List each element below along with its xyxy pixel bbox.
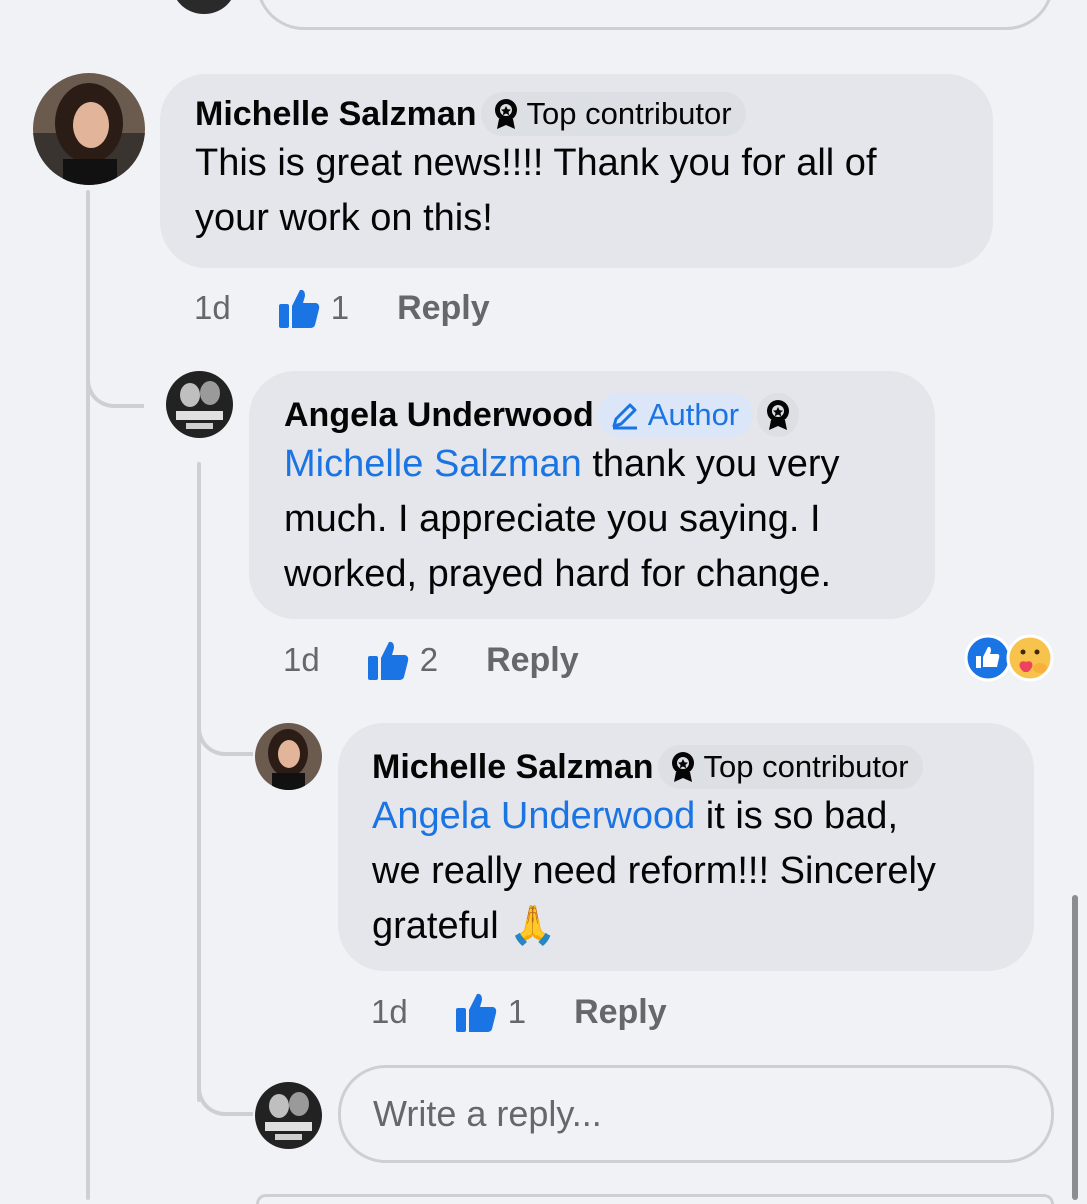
comment-text-line: we really need reform!!! Sincerely bbox=[372, 850, 936, 892]
comment-text-line: This is great news!!!! Thank you for all… bbox=[195, 142, 877, 184]
thumbs-up-icon bbox=[278, 289, 319, 328]
thread-connector-3 bbox=[197, 1060, 253, 1116]
reply-input[interactable]: Write a reply... bbox=[338, 1065, 1054, 1163]
thread-connector-2 bbox=[197, 700, 253, 756]
award-icon bbox=[494, 99, 517, 129]
reactions-summary[interactable] bbox=[964, 634, 1054, 682]
reply-input-previous[interactable] bbox=[256, 0, 1054, 30]
like-count[interactable]: 1 bbox=[277, 286, 349, 330]
badge-label: Top contributor bbox=[526, 96, 732, 131]
comment-bubble: Michelle Salzman Top contributor This is… bbox=[160, 74, 993, 268]
badge-label: Top contributor bbox=[703, 749, 909, 784]
like-number: 1 bbox=[330, 289, 350, 326]
thumbs-up-icon bbox=[455, 993, 496, 1032]
reply-button[interactable]: Reply bbox=[574, 993, 667, 1032]
comment-text-line: your work on this! bbox=[195, 197, 493, 239]
like-number: 1 bbox=[507, 993, 527, 1030]
comment-text: Michelle Salzman thank you very much. I … bbox=[284, 437, 935, 602]
comment-text-line: grateful 🙏 bbox=[372, 905, 557, 947]
comment-bubble: Angela Underwood Author Michelle Salzman… bbox=[249, 371, 935, 619]
award-icon bbox=[767, 400, 790, 430]
avatar[interactable] bbox=[255, 723, 322, 790]
avatar[interactable] bbox=[33, 73, 145, 185]
comment-text: This is great news!!!! Thank you for all… bbox=[195, 136, 993, 246]
comment-actions: 1d 2 Reply bbox=[283, 638, 579, 682]
avatar-top-cut bbox=[172, 0, 236, 14]
comment-text-line: worked, prayed hard for change. bbox=[284, 553, 832, 595]
thumbs-up-icon bbox=[367, 641, 408, 680]
like-count[interactable]: 2 bbox=[366, 638, 438, 682]
thread-line-sub bbox=[197, 462, 201, 1102]
pencil-icon bbox=[612, 403, 637, 430]
comment-author[interactable]: Angela Underwood bbox=[284, 396, 594, 435]
comment-timestamp[interactable]: 1d bbox=[194, 289, 231, 327]
comment-text-line: it is so bad, bbox=[695, 795, 898, 837]
mention-link[interactable]: Michelle Salzman bbox=[284, 443, 582, 485]
comment-actions: 1d 1 Reply bbox=[371, 990, 667, 1034]
care-reaction-icon bbox=[1006, 634, 1054, 682]
reply-button[interactable]: Reply bbox=[486, 641, 579, 680]
scrollbar[interactable] bbox=[1072, 895, 1078, 1200]
comment-text-line: much. I appreciate you saying. I bbox=[284, 498, 821, 540]
top-contributor-badge[interactable]: Top contributor bbox=[480, 92, 746, 136]
avatar[interactable] bbox=[166, 371, 233, 438]
badge-label: Author bbox=[647, 397, 740, 432]
reply-button[interactable]: Reply bbox=[397, 289, 490, 328]
current-user-avatar bbox=[255, 1082, 322, 1149]
mention-link[interactable]: Angela Underwood bbox=[372, 795, 695, 837]
comment-timestamp[interactable]: 1d bbox=[283, 641, 320, 679]
reply-input-placeholder: Write a reply... bbox=[373, 1093, 602, 1134]
top-contributor-badge[interactable] bbox=[757, 393, 800, 437]
next-input-edge bbox=[256, 1194, 1054, 1204]
top-contributor-badge[interactable]: Top contributor bbox=[657, 745, 923, 789]
thread-line-main bbox=[86, 190, 90, 1200]
comment-actions: 1d 1 Reply bbox=[194, 286, 490, 330]
thread-connector-1 bbox=[86, 350, 144, 408]
comment-timestamp[interactable]: 1d bbox=[371, 993, 408, 1031]
like-count[interactable]: 1 bbox=[454, 990, 526, 1034]
author-badge[interactable]: Author bbox=[597, 393, 754, 437]
award-icon bbox=[671, 752, 694, 782]
like-reaction-icon bbox=[964, 634, 1012, 682]
comment-bubble: Michelle Salzman Top contributor Angela … bbox=[338, 723, 1034, 971]
comment-author[interactable]: Michelle Salzman bbox=[372, 748, 654, 787]
comment-text: Angela Underwood it is so bad, we really… bbox=[372, 789, 1034, 954]
like-number: 2 bbox=[419, 641, 439, 678]
comment-author[interactable]: Michelle Salzman bbox=[195, 95, 477, 134]
comment-text-line: thank you very bbox=[581, 443, 840, 485]
